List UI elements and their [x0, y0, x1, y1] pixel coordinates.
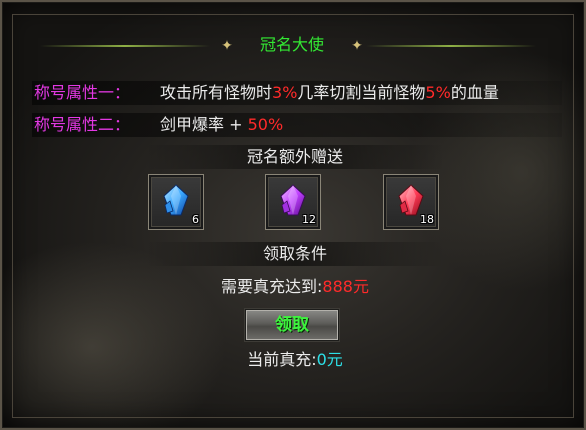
reward-panel: ✦ 冠名大使 ✦ 称号属性一： 攻击所有怪物时3%几率切割当前怪物5%的血量 称…	[0, 0, 586, 430]
requirement-label: 需要真充达到:	[221, 277, 323, 296]
requirement-value: 888元	[322, 277, 369, 296]
attribute-1-amount: 5%	[425, 83, 451, 102]
attribute-2-amount: 50%	[247, 115, 284, 134]
requirement-text: 需要真充达到:888元	[2, 276, 586, 298]
title-divider-right	[366, 45, 536, 47]
reward-3-count: 18	[420, 213, 434, 226]
reward-slot-1[interactable]: 6	[148, 174, 204, 230]
attribute-row-1: 称号属性一： 攻击所有怪物时3%几率切割当前怪物5%的血量	[32, 81, 562, 105]
attribute-1-text-b: 几率切割当前怪物	[297, 83, 426, 102]
reward-slot-2[interactable]: 12	[265, 174, 321, 230]
attribute-2-label: 称号属性二：	[34, 115, 131, 134]
bonus-title: 冠名额外赠送	[246, 147, 343, 166]
blue-gem-icon	[163, 184, 189, 216]
current-recharge-value: 0元	[316, 350, 343, 369]
reward-2-count: 12	[302, 213, 316, 226]
reward-slot-3[interactable]: 18	[383, 174, 439, 230]
current-recharge: 当前真充:0元	[2, 349, 586, 371]
panel-title: 冠名大使	[259, 35, 324, 54]
attribute-1-value: 攻击所有怪物时3%几率切割当前怪物5%的血量	[160, 82, 499, 104]
current-recharge-label: 当前真充:	[247, 350, 317, 369]
reward-1-count: 6	[192, 213, 199, 226]
attribute-1-label: 称号属性一：	[34, 83, 131, 102]
attribute-2-value: 剑甲爆率 + 50%	[160, 114, 283, 136]
claim-button[interactable]: 领取	[245, 309, 339, 341]
attribute-1-text-c: 的血量	[450, 83, 499, 102]
attribute-row-2: 称号属性二： 剑甲爆率 + 50%	[32, 113, 562, 137]
attribute-1-chance: 3%	[272, 83, 298, 102]
condition-title: 领取条件	[262, 244, 327, 263]
title-bar: ✦ 冠名大使 ✦	[14, 30, 574, 62]
attribute-1-text-a: 攻击所有怪物时	[160, 83, 273, 102]
title-divider-left	[40, 45, 210, 47]
attribute-2-text: 剑甲爆率 +	[160, 115, 248, 134]
